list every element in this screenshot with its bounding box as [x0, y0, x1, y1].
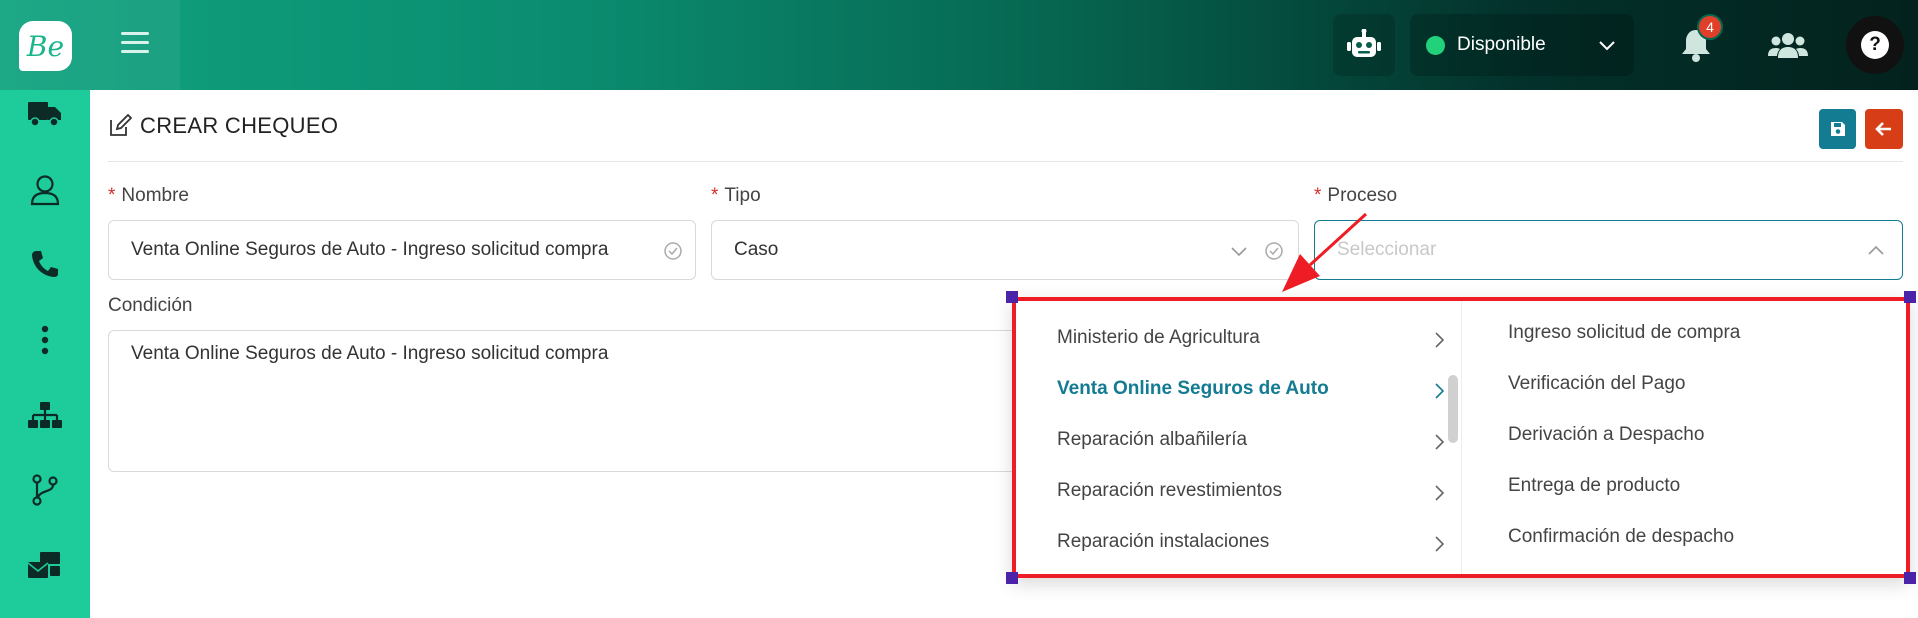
proceso-label: * Proceso	[1314, 185, 1398, 206]
proceso-cascader-input[interactable]: Seleccionar	[1314, 220, 1903, 280]
save-icon	[1830, 122, 1845, 136]
help-icon: ?	[1861, 31, 1889, 59]
git-branch-icon[interactable]	[27, 472, 63, 508]
save-button[interactable]	[1819, 109, 1856, 149]
edit-icon	[110, 114, 132, 136]
annotation-handle	[1904, 572, 1916, 584]
cascader-option-derivacion[interactable]: Derivación a Despacho	[1508, 424, 1704, 446]
cascader-level2-menu: Ingreso solicitud de compra Verificación…	[1463, 297, 1910, 578]
annotation-handle	[1904, 291, 1916, 303]
cascader-option-ingreso[interactable]: Ingreso solicitud de compra	[1508, 322, 1740, 344]
nombre-input[interactable]: Venta Online Seguros de Auto - Ingreso s…	[108, 220, 696, 280]
cascader-option-confirmacion[interactable]: Confirmación de despacho	[1508, 526, 1734, 548]
cascader-level1-menu: Ministerio de Agricultura Venta Online S…	[1012, 297, 1462, 578]
chevron-right-icon	[1435, 536, 1445, 552]
annotation-handle	[1006, 572, 1018, 584]
page-title: CREAR CHEQUEO	[108, 113, 338, 139]
chevron-up-icon	[1868, 245, 1884, 255]
chevron-down-icon	[1231, 247, 1247, 257]
nombre-value: Venta Online Seguros de Auto - Ingreso s…	[131, 239, 609, 260]
back-button[interactable]	[1865, 109, 1903, 149]
mail-bulk-icon[interactable]	[27, 548, 63, 584]
condicion-label: Condición	[108, 295, 193, 316]
cascader-option-entrega[interactable]: Entrega de producto	[1508, 475, 1680, 497]
nombre-label: * Nombre	[108, 185, 189, 206]
chevron-right-icon	[1435, 485, 1445, 501]
cascader-option-instalaciones[interactable]: Reparación instalaciones	[1057, 531, 1269, 553]
check-circle-icon	[664, 242, 682, 260]
more-vertical-icon[interactable]	[27, 322, 63, 358]
users-icon[interactable]	[1768, 31, 1808, 59]
chevron-right-icon	[1435, 434, 1445, 450]
user-icon[interactable]	[27, 172, 63, 208]
page-title-text: CREAR CHEQUEO	[140, 113, 339, 138]
chevron-down-icon	[1599, 41, 1615, 51]
cascader-scrollbar[interactable]	[1448, 375, 1458, 443]
chevron-right-icon	[1435, 332, 1445, 348]
cascader-option-revestimientos[interactable]: Reparación revestimientos	[1057, 480, 1282, 502]
title-divider	[108, 161, 1903, 162]
tipo-value: Caso	[734, 239, 779, 260]
top-header: Be Disponible 4 ?	[0, 0, 1918, 90]
chevron-right-icon	[1435, 383, 1445, 399]
help-button[interactable]: ?	[1846, 16, 1904, 74]
tipo-label: * Tipo	[711, 185, 761, 206]
status-dot	[1426, 35, 1445, 55]
status-select[interactable]: Disponible	[1410, 14, 1634, 76]
condicion-value: Venta Online Seguros de Auto - Ingreso s…	[131, 343, 609, 364]
condicion-textarea[interactable]: Venta Online Seguros de Auto - Ingreso s…	[108, 330, 1108, 472]
sitemap-icon[interactable]	[27, 398, 63, 434]
cascader-option-albanileria[interactable]: Reparación albañilería	[1057, 429, 1247, 451]
robot-icon[interactable]	[1333, 14, 1395, 76]
notification-badge: 4	[1697, 14, 1723, 40]
status-label: Disponible	[1457, 34, 1546, 55]
logo-area: Be	[0, 0, 180, 90]
arrow-left-icon	[1875, 122, 1891, 136]
annotation-handle	[1006, 291, 1018, 303]
annotation-arrow	[1282, 212, 1368, 292]
tipo-select[interactable]: Caso	[711, 220, 1299, 280]
phone-icon[interactable]	[27, 246, 63, 282]
sidebar	[0, 90, 90, 618]
menu-icon[interactable]	[121, 32, 149, 54]
cascader-option-venta-online[interactable]: Venta Online Seguros de Auto	[1057, 378, 1329, 400]
cascader-option-verificacion[interactable]: Verificación del Pago	[1508, 373, 1685, 395]
proceso-cascader-dropdown: Ministerio de Agricultura Venta Online S…	[1012, 297, 1910, 578]
cascader-option-ministerio[interactable]: Ministerio de Agricultura	[1057, 327, 1260, 349]
app-logo[interactable]: Be	[19, 21, 72, 71]
truck-icon[interactable]	[27, 96, 63, 132]
